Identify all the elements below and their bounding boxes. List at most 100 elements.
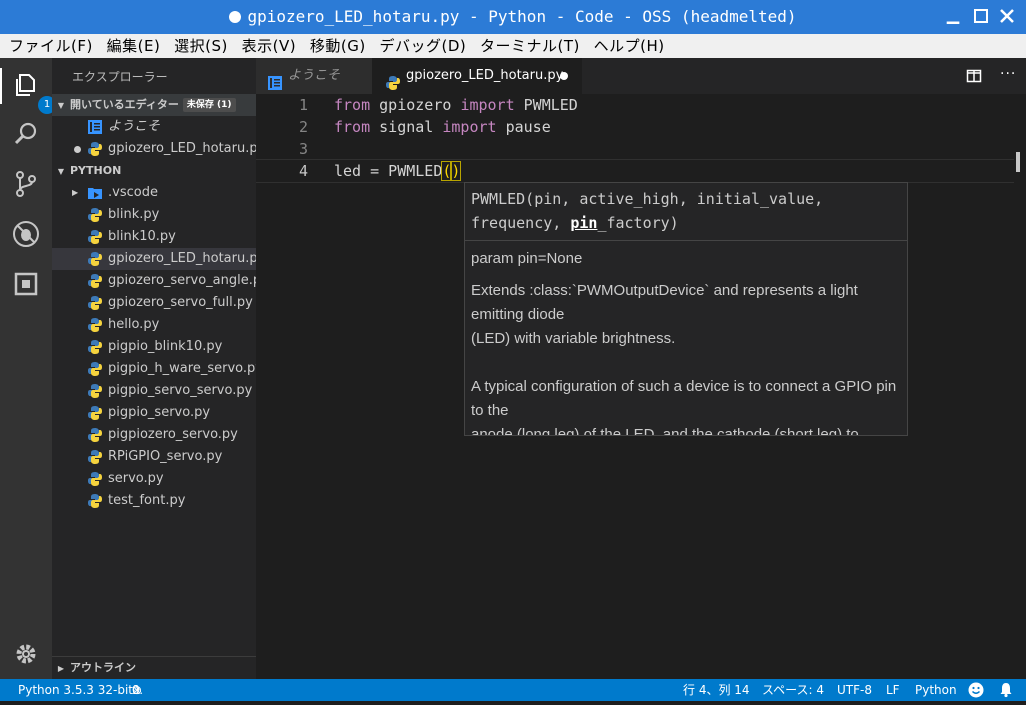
extensions-icon[interactable] <box>12 270 40 298</box>
tree-item-file[interactable]: gpiozero_servo_angle.py <box>52 270 269 292</box>
tree-item-file[interactable]: test_font.py <box>52 490 256 512</box>
doc-text: (LED) with variable brightness. <box>471 330 676 347</box>
explorer-sidebar: エクスプローラー ▼ 開いているエディター 未保存 (1) ようこそ gpiozer… <box>52 58 269 679</box>
chevron-down-icon: ▼ <box>57 167 65 176</box>
indentation-status[interactable]: スペース: 4 <box>762 679 824 701</box>
tree-item-file[interactable]: RPiGPIO_servo.py <box>52 446 256 468</box>
split-editor-icon[interactable] <box>966 68 982 84</box>
line-number: 3 <box>298 140 308 158</box>
tree-item-file[interactable]: gpiozero_servo_full.py <box>52 292 256 314</box>
tree-item-label: pigpio_h_ware_servo.py <box>108 361 263 376</box>
active-parameter: pin <box>570 214 598 232</box>
unsaved-dot-icon <box>229 11 242 23</box>
code-token: signal <box>370 118 443 136</box>
open-editors-label: 開いているエディター <box>70 98 179 111</box>
tree-item-label: pigpio_blink10.py <box>108 339 223 354</box>
eol-status[interactable]: LF <box>886 679 900 701</box>
menu-terminal[interactable]: ターミナル(T) <box>480 34 580 58</box>
tab-label: gpiozero_LED_hotaru.py <box>406 68 564 83</box>
menu-go[interactable]: 移動(G) <box>310 34 366 58</box>
menu-help[interactable]: ヘルプ(H) <box>594 34 665 58</box>
search-icon[interactable] <box>12 120 40 148</box>
python-file-icon <box>88 406 102 420</box>
menu-debug[interactable]: デバッグ(D) <box>379 34 466 58</box>
tree-item-file[interactable]: pigpiozero_servo.py <box>52 424 256 446</box>
settings-gear-icon[interactable] <box>12 640 40 668</box>
explorer-icon[interactable]: 1 <box>12 71 56 114</box>
popup-divider <box>465 240 907 241</box>
editor-tabs: ようこそ gpiozero_LED_hotaru.py ··· <box>256 58 1026 94</box>
warning-count: 0 <box>132 683 140 697</box>
tree-item-file[interactable]: pigpio_h_ware_servo.py <box>52 358 263 380</box>
tree-item-file[interactable]: servo.py <box>52 468 256 490</box>
tree-item-label: blink.py <box>108 207 160 222</box>
maximize-icon[interactable] <box>972 8 990 26</box>
menu-edit[interactable]: 編集(E) <box>107 34 161 58</box>
menu-view[interactable]: 表示(V) <box>242 34 296 58</box>
cursor-position-status[interactable]: 行 4、列 14 <box>683 679 750 701</box>
signature-text: PWMLED(pin, active_high, initial_value, … <box>471 187 901 235</box>
tree-item-file[interactable]: pigpio_servo.py <box>52 402 256 424</box>
tree-item-file[interactable]: pigpio_servo_servo.py <box>52 380 256 402</box>
chevron-down-icon: ▼ <box>57 101 65 110</box>
tree-item-file[interactable]: blink.py <box>52 204 256 226</box>
code-text: led = PWMLED() <box>334 160 462 182</box>
feedback-smiley-icon[interactable] <box>968 682 984 705</box>
debug-icon[interactable] <box>12 220 40 248</box>
menu-file[interactable]: ファイル(F) <box>9 34 93 58</box>
tab-welcome[interactable]: ようこそ <box>256 58 372 94</box>
tree-item-label: blink10.py <box>108 229 176 244</box>
encoding-status[interactable]: UTF-8 <box>837 679 872 701</box>
tree-item-label: gpiozero_servo_angle.py <box>108 273 269 288</box>
tree-item-vscode[interactable]: ▶ .vscode <box>52 182 256 204</box>
status-bar: Python 3.5.3 32-bit ⊗ 0 ⚠ 0 行 4、列 14 スペー… <box>0 679 1026 701</box>
tree-item-label: hello.py <box>108 317 160 332</box>
python-folder-section[interactable]: ▼ PYTHON <box>52 160 256 182</box>
language-mode-status[interactable]: Python <box>915 679 957 701</box>
close-icon[interactable] <box>998 8 1016 26</box>
signature-hover-popup[interactable]: PWMLED(pin, active_high, initial_value, … <box>464 182 908 436</box>
source-control-icon[interactable] <box>12 170 40 198</box>
activity-bar: 1 <box>0 58 56 679</box>
tab-gpiozero-led-hotaru[interactable]: gpiozero_LED_hotaru.py <box>372 58 582 94</box>
unsaved-dot-icon[interactable] <box>560 72 568 80</box>
code-text: from signal import pause <box>334 116 551 138</box>
tree-item-file[interactable]: gpiozero_LED_hotaru.py <box>52 248 265 270</box>
outline-section[interactable]: ▶ アウトライン <box>52 656 256 679</box>
menu-bar: ファイル(F) 編集(E) 選択(S) 表示(V) 移動(G) デバッグ(D) … <box>0 34 1026 58</box>
more-actions-icon[interactable]: ··· <box>1000 66 1016 82</box>
python-interpreter-status[interactable]: Python 3.5.3 32-bit <box>18 679 133 701</box>
signature-part: _factory) <box>597 214 679 232</box>
unsaved-dot-icon <box>74 146 81 153</box>
tree-item-label: gpiozero_LED_hotaru.py <box>108 251 266 266</box>
minimize-icon[interactable]: ▁ <box>944 6 962 24</box>
menu-selection[interactable]: 選択(S) <box>174 34 228 58</box>
keyword: from <box>334 96 371 114</box>
tree-item-file[interactable]: blink10.py <box>52 226 256 248</box>
code-token: gpiozero <box>370 96 461 114</box>
python-file-icon <box>88 428 102 442</box>
welcome-icon <box>88 120 102 134</box>
doc-text: anode (long leg) of the LED, and the cat… <box>471 426 859 436</box>
code-line: 2 from signal import pause <box>256 116 1014 138</box>
sidebar-title: エクスプローラー <box>72 70 168 84</box>
code-line: 3 <box>256 138 1014 160</box>
tree-item-file[interactable]: pigpio_blink10.py <box>52 336 256 358</box>
open-editor-item-welcome[interactable]: ようこそ <box>52 116 256 138</box>
line-number: 2 <box>298 118 308 136</box>
folder-label: PYTHON <box>70 164 122 177</box>
python-file-icon <box>88 274 102 288</box>
param-doc: param pin=None <box>471 250 583 267</box>
notifications-bell-icon[interactable] <box>998 682 1014 705</box>
python-file-icon <box>88 384 102 398</box>
open-editor-item-hotaru[interactable]: gpiozero_LED_hotaru.py <box>52 138 265 160</box>
window-title: gpiozero_LED_hotaru.py - Python - Code -… <box>0 7 1026 26</box>
chevron-right-icon: ▶ <box>72 188 79 197</box>
editor-scrollbar[interactable] <box>1014 94 1026 679</box>
unsaved-badge: 未保存 (1) <box>182 98 236 112</box>
tree-item-file[interactable]: hello.py <box>52 314 256 336</box>
open-editor-label: ようこそ <box>108 119 161 134</box>
line-number: 1 <box>298 96 308 114</box>
keyword: import <box>442 118 497 136</box>
open-editors-section[interactable]: ▼ 開いているエディター 未保存 (1) <box>52 94 256 116</box>
